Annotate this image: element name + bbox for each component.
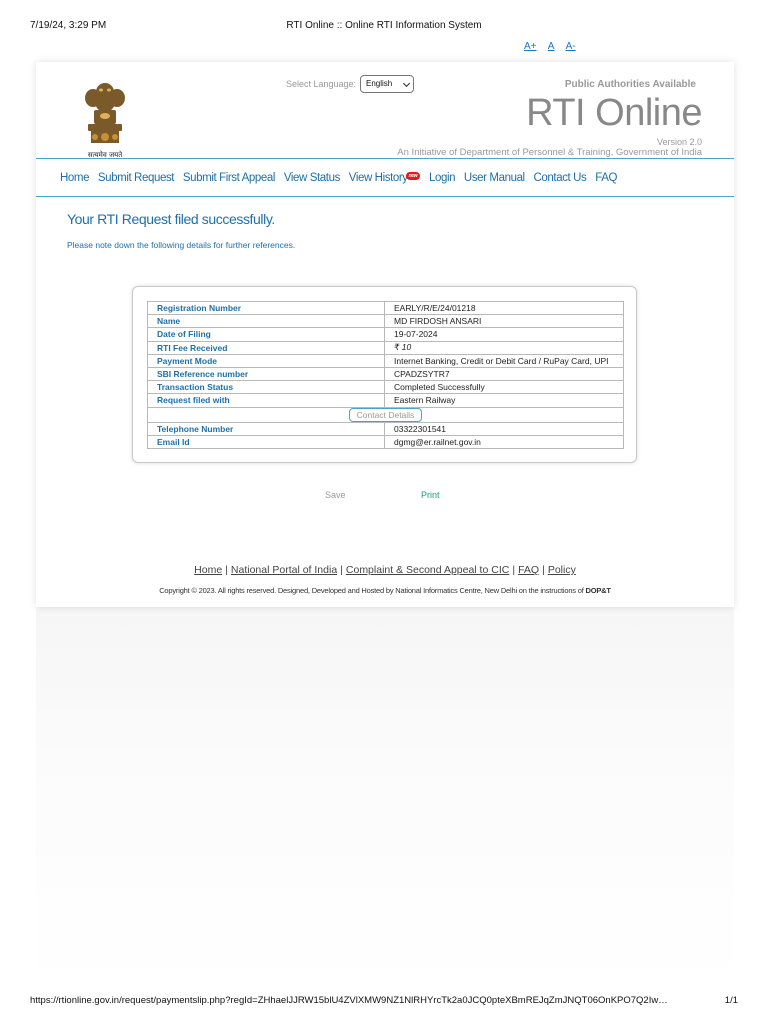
nav-view-history[interactable]: View Historynew — [348, 172, 421, 184]
header-divider — [36, 158, 734, 159]
nav-divider — [36, 196, 734, 197]
footer-separator: | — [542, 564, 545, 576]
copyright-notice: Copyright © 2023. All rights reserved. D… — [36, 586, 734, 595]
row-label: Payment Mode — [147, 353, 385, 368]
table-row: RTI Fee Received ₹ 10 — [147, 340, 624, 355]
table-row: Transaction Status Completed Successfully — [147, 380, 624, 395]
footer-separator: | — [340, 564, 343, 576]
nav-login[interactable]: Login — [429, 172, 456, 184]
main-nav: Home Submit Request Submit First Appeal … — [60, 172, 623, 188]
print-button[interactable]: Print — [421, 490, 440, 500]
public-authorities-link[interactable]: Public Authorities Available — [565, 79, 696, 90]
table-row: Registration Number EARLY/R/E/24/01218 — [147, 300, 624, 316]
contact-details-row: Contact Details — [147, 406, 624, 423]
footer-link-complaint-cic[interactable]: Complaint & Second Appeal to CIC — [346, 564, 509, 576]
font-decrease-link[interactable]: A- — [566, 41, 576, 52]
rti-fee-value: ₹ 10 — [384, 340, 624, 355]
row-label: RTI Fee Received — [147, 340, 385, 355]
request-details-panel: Registration Number EARLY/R/E/24/01218 Na… — [132, 286, 637, 463]
print-header: 7/19/24, 3:29 PM RTI Online :: Online RT… — [30, 20, 738, 34]
nav-view-status[interactable]: View Status — [284, 172, 341, 184]
table-row: Payment Mode Internet Banking, Credit or … — [147, 353, 624, 368]
footer-separator: | — [225, 564, 228, 576]
nav-contact-us[interactable]: Contact Us — [534, 172, 587, 184]
row-label: Name — [147, 314, 385, 329]
contact-details-cell: Contact Details — [147, 406, 624, 423]
footer-link-national-portal[interactable]: National Portal of India — [231, 564, 337, 576]
row-label: Registration Number — [147, 300, 385, 316]
footer-separator: | — [512, 564, 516, 576]
rti-page: सत्यमेव जयते Select Language: English Pu… — [36, 62, 734, 607]
nav-home[interactable]: Home — [60, 172, 89, 184]
footer-link-home[interactable]: Home — [194, 564, 222, 576]
transaction-status-value: Completed Successfully — [384, 380, 624, 395]
nav-submit-first-appeal[interactable]: Submit First Appeal — [183, 172, 276, 184]
table-row: Name MD FIRDOSH ANSARI — [147, 314, 624, 329]
page-background — [36, 607, 734, 987]
contact-details-heading: Contact Details — [348, 407, 423, 422]
font-normal-link[interactable]: A — [548, 41, 555, 52]
font-increase-link[interactable]: A+ — [524, 41, 537, 52]
copyright-text: Copyright © 2023. All rights reserved. D… — [159, 586, 584, 595]
nav-view-history-label: View History — [348, 172, 408, 184]
row-label: Telephone Number — [147, 421, 385, 436]
row-label: Request filed with — [147, 393, 385, 408]
registration-number-value: EARLY/R/E/24/01218 — [384, 300, 624, 316]
site-version: Version 2.0 — [656, 137, 702, 147]
nav-user-manual[interactable]: User Manual — [464, 172, 525, 184]
footer-links: Home | National Portal of India | Complaint … — [36, 564, 734, 576]
request-details-table: Registration Number EARLY/R/E/24/01218 Na… — [147, 300, 624, 449]
footer-link-faq[interactable]: FAQ — [518, 564, 539, 576]
font-size-controls: A+ A A- — [524, 41, 585, 52]
request-filed-with-value: Eastern Railway — [384, 393, 624, 408]
chevron-down-icon — [402, 79, 411, 88]
table-row: SBI Reference number CPADZSYTR7 — [147, 366, 624, 382]
copyright-dopt: DOP&T — [585, 586, 611, 595]
nav-submit-request[interactable]: Submit Request — [98, 172, 175, 184]
print-url: https://rtionline.gov.in/request/payment… — [30, 995, 668, 1006]
payment-mode-value: Internet Banking, Credit or Debit Card /… — [384, 353, 624, 368]
footer-link-policy[interactable]: Policy — [548, 564, 576, 576]
save-button[interactable]: Save — [325, 490, 346, 500]
date-of-filing-value: 19-07-2024 — [384, 327, 624, 342]
language-select[interactable]: English — [360, 75, 414, 93]
ashoka-emblem-icon: सत्यमेव जयते — [74, 78, 136, 160]
row-label: Email Id — [147, 434, 385, 449]
row-label: Transaction Status — [147, 380, 385, 395]
print-page-title: RTI Online :: Online RTI Information Sys… — [286, 20, 482, 31]
site-tagline: An Initiative of Department of Personnel… — [397, 147, 702, 158]
nav-faq[interactable]: FAQ — [595, 172, 617, 184]
row-label: SBI Reference number — [147, 366, 385, 382]
table-row: Request filed with Eastern Railway — [147, 393, 624, 408]
name-value: MD FIRDOSH ANSARI — [384, 314, 624, 329]
sbi-reference-value: CPADZSYTR7 — [384, 366, 624, 382]
table-row: Date of Filing 19-07-2024 — [147, 327, 624, 342]
table-row: Telephone Number 03322301541 — [147, 421, 624, 436]
success-heading: Your RTI Request filed successfully. — [67, 211, 275, 227]
print-page-number: 1/1 — [724, 995, 738, 1006]
email-value: dgmg@er.railnet.gov.in — [384, 434, 624, 449]
language-label: Select Language: — [286, 79, 357, 89]
table-row: Email Id dgmg@er.railnet.gov.in — [147, 434, 624, 449]
site-brand: RTI Online — [526, 92, 702, 134]
row-label: Date of Filing — [147, 327, 385, 342]
new-badge: new — [405, 172, 421, 180]
telephone-value: 03322301541 — [384, 421, 624, 436]
success-note: Please note down the following details f… — [67, 240, 296, 250]
language-selected-value: English — [366, 79, 393, 88]
